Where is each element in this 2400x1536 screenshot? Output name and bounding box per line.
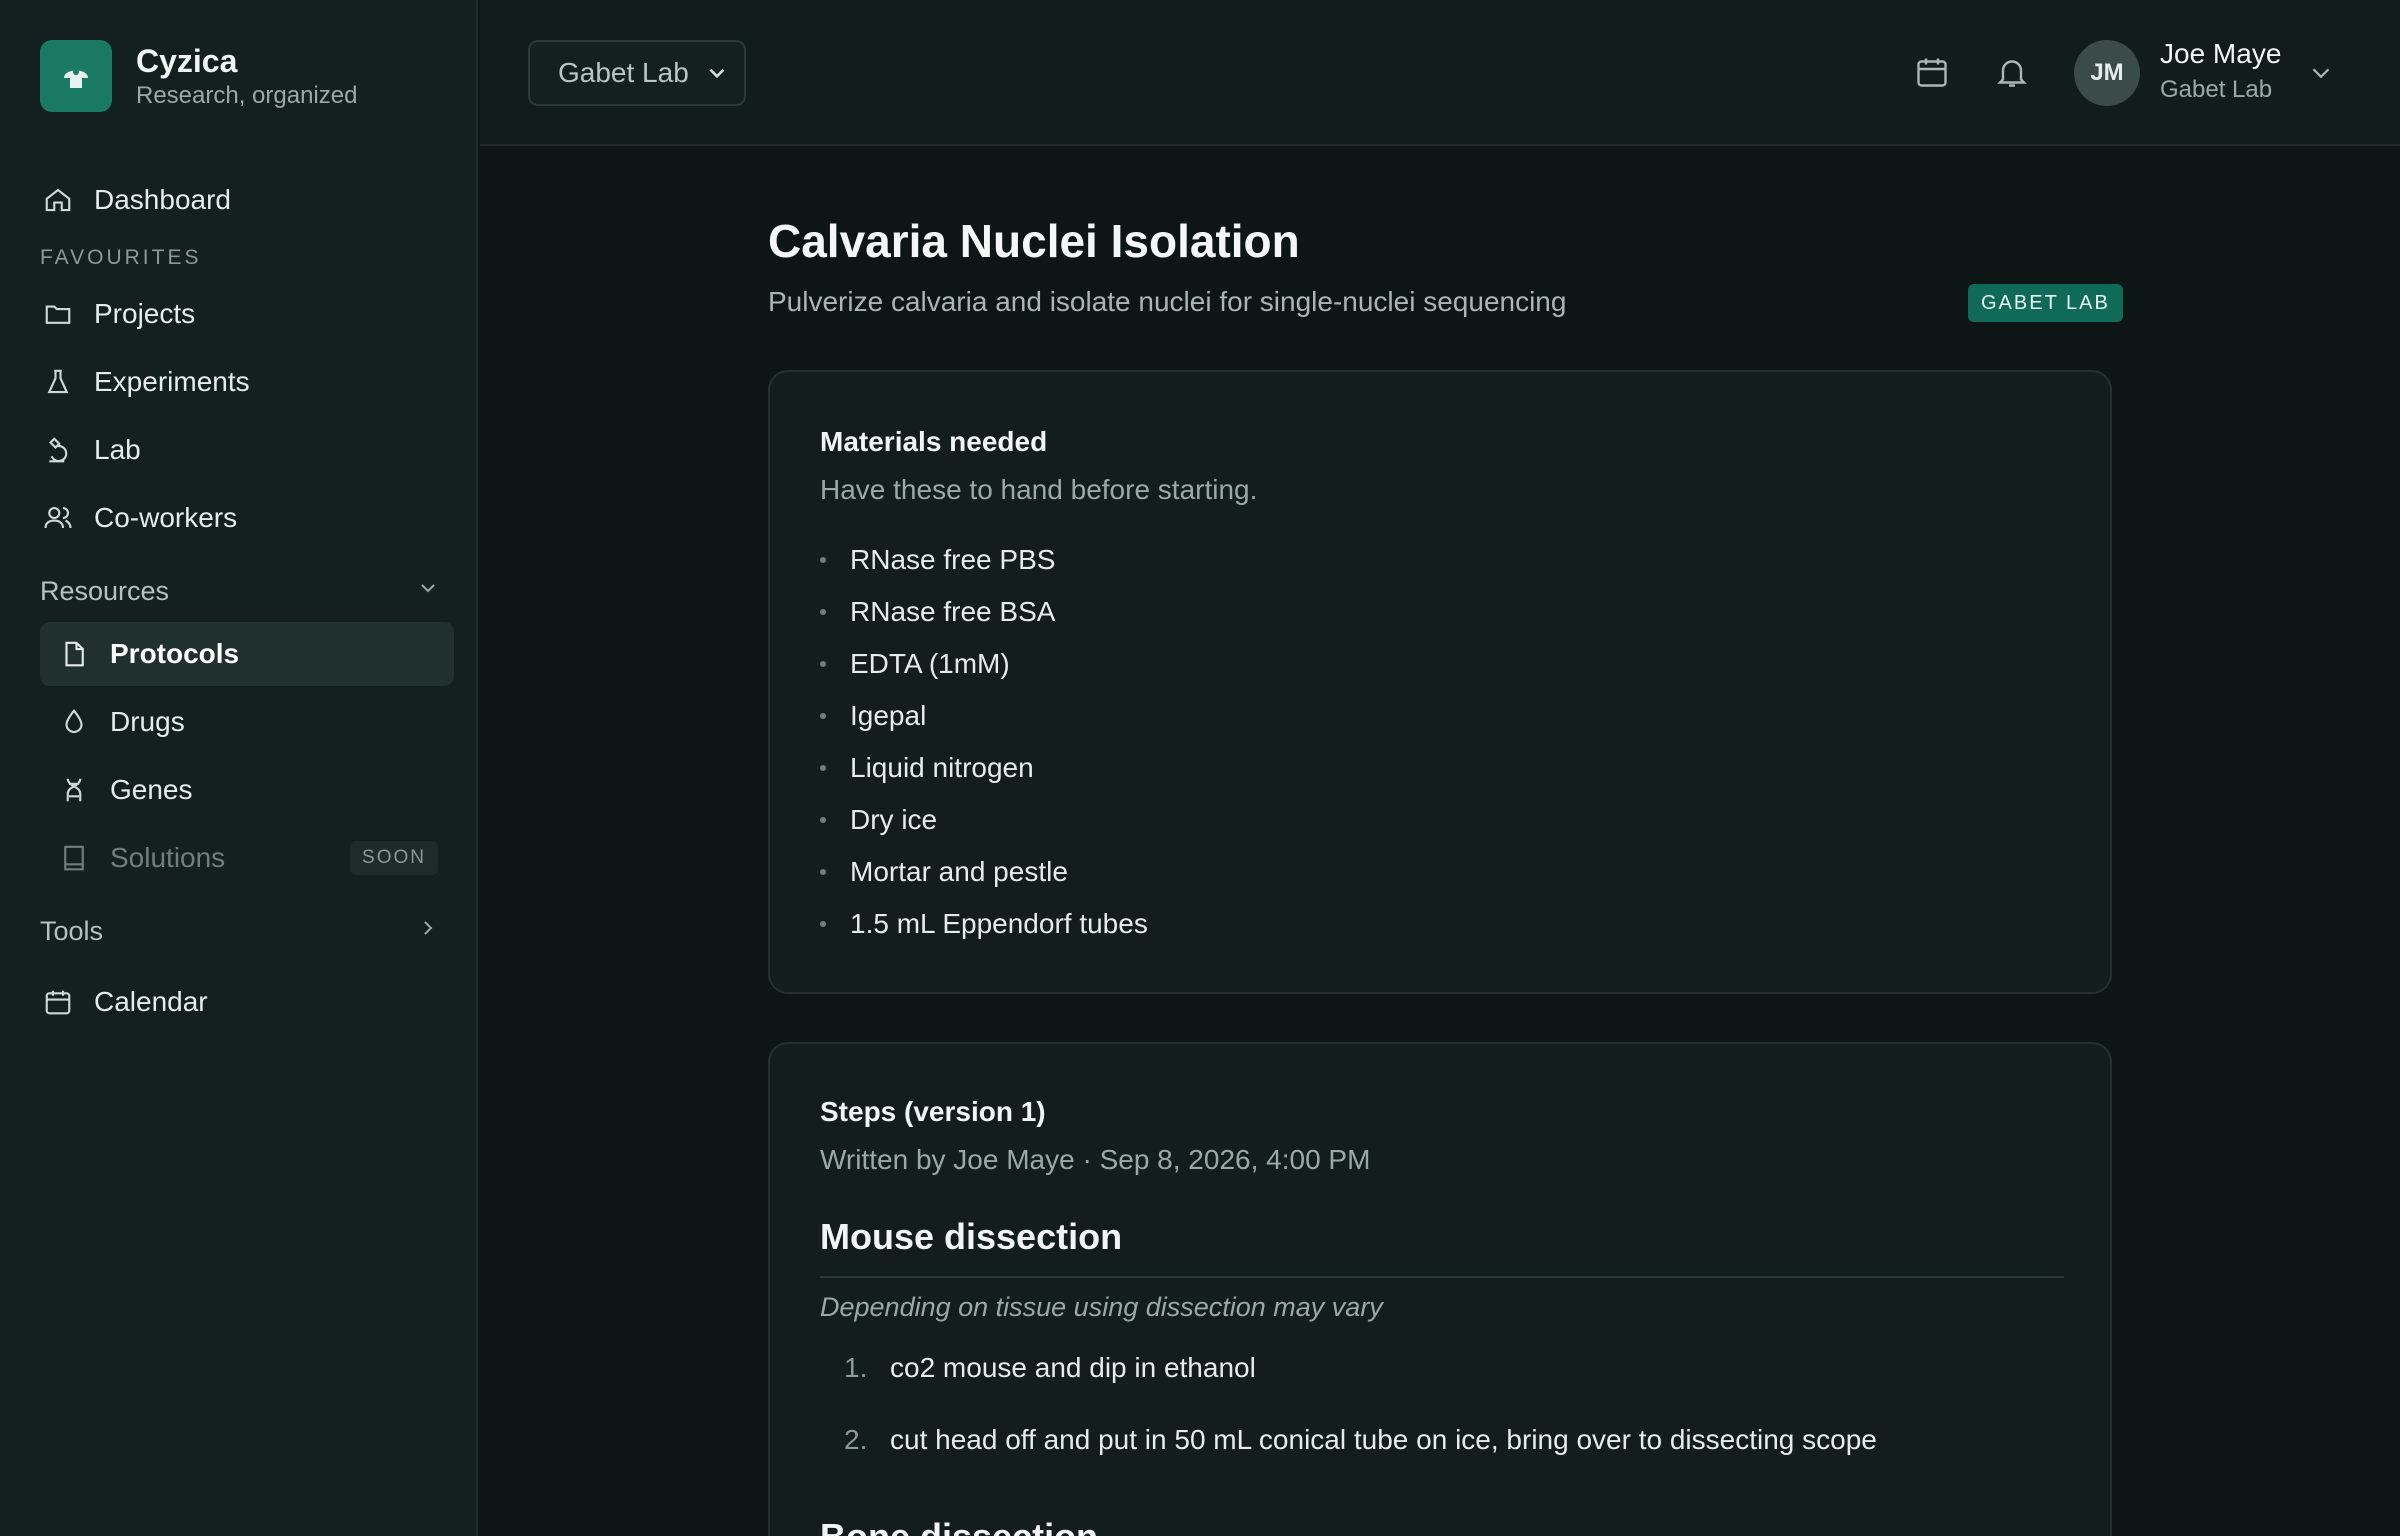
chevron-down-icon <box>704 60 730 93</box>
sidebar-item-label: Solutions <box>110 842 226 873</box>
sidebar-item-dashboard[interactable]: Dashboard <box>40 168 454 232</box>
chevron-down-icon[interactable] <box>2306 58 2336 93</box>
sidebar-item-solutions: Solutions SOON <box>40 826 454 890</box>
sidebar-item-lab[interactable]: Lab <box>40 418 454 482</box>
sidebar-item-label: Dashboard <box>94 184 231 215</box>
materials-card: Materials needed Have these to hand befo… <box>768 370 2112 994</box>
section-heading: Bone dissection <box>820 1516 1098 1536</box>
sidebar-item-label: Projects <box>94 298 196 329</box>
avatar[interactable]: JM <box>2074 40 2140 106</box>
chevron-right-icon <box>416 916 440 947</box>
sidebar-item-experiments[interactable]: Experiments <box>40 350 454 414</box>
chevron-down-icon <box>416 576 440 607</box>
sidebar-item-drugs[interactable]: Drugs <box>40 690 454 754</box>
sidebar-item-protocols[interactable]: Protocols <box>40 622 454 686</box>
sidebar-item-label: Experiments <box>94 366 250 397</box>
section-heading: Mouse dissection <box>820 1216 1123 1257</box>
step-item: 1. co2 mouse and dip in ethanol <box>844 1352 1256 1383</box>
sidebar: Cyzica Research, organized Dashboard FAV… <box>0 0 478 1536</box>
sidebar-item-label: Lab <box>94 434 141 465</box>
steps-meta: Written by Joe Maye · Sep 8, 2026, 4:00 … <box>820 1144 1371 1175</box>
materials-subtitle: Have these to hand before starting. <box>820 474 1258 505</box>
brand[interactable]: Cyzica Research, organized <box>40 40 357 112</box>
lab-select-value: Gabet Lab <box>558 57 689 88</box>
sidebar-item-label: Co-workers <box>94 502 238 533</box>
user-name[interactable]: Joe Maye <box>2160 38 2281 70</box>
page-title: Calvaria Nuclei Isolation <box>768 215 1300 267</box>
sidebar-item-label: Protocols <box>110 638 240 669</box>
flask-icon <box>40 364 76 400</box>
steps-card: Steps (version 1) Written by Joe Maye · … <box>768 1042 2112 1536</box>
topbar: Gabet Lab JM Joe Maye Gabet Lab <box>480 0 2400 146</box>
brand-tagline: Research, organized <box>136 82 358 109</box>
folder-icon <box>40 296 76 332</box>
list-item: Dry ice <box>820 804 937 836</box>
droplet-icon <box>56 704 92 740</box>
resources-label: Resources <box>40 575 170 606</box>
page-subtitle: Pulverize calvaria and isolate nuclei fo… <box>768 286 1567 317</box>
sidebar-item-label: Calendar <box>94 986 208 1017</box>
microscope-icon <box>40 432 76 468</box>
section-divider <box>820 1276 2064 1278</box>
users-icon <box>40 500 76 536</box>
book-icon <box>56 840 92 876</box>
steps-title: Steps (version 1) <box>820 1096 1046 1127</box>
calendar-icon <box>40 984 76 1020</box>
tools-label: Tools <box>40 915 104 946</box>
dna-icon <box>56 772 92 808</box>
bell-icon[interactable] <box>1992 52 2032 92</box>
list-item: EDTA (1mM) <box>820 648 1010 680</box>
home-icon <box>40 182 76 218</box>
soon-badge: SOON <box>350 841 438 875</box>
materials-title: Materials needed <box>820 426 1048 457</box>
sidebar-item-co-workers[interactable]: Co-workers <box>40 486 454 550</box>
list-item: RNase free BSA <box>820 596 1055 628</box>
favourites-label: FAVOURITES <box>40 246 202 269</box>
user-lab: Gabet Lab <box>2160 76 2273 103</box>
sidebar-item-projects[interactable]: Projects <box>40 282 454 346</box>
brand-logo-icon <box>40 40 112 112</box>
resources-group-toggle[interactable]: Resources <box>40 566 440 616</box>
list-item: Igepal <box>820 700 926 732</box>
list-item: 1.5 mL Eppendorf tubes <box>820 908 1148 940</box>
list-item: Liquid nitrogen <box>820 752 1034 784</box>
sidebar-item-label: Genes <box>110 774 193 805</box>
lab-badge: GABET LAB <box>1968 284 2123 322</box>
brand-name: Cyzica <box>136 43 238 79</box>
section-note: Depending on tissue using dissection may… <box>820 1292 1383 1322</box>
step-item: 2. cut head off and put in 50 mL conical… <box>844 1424 1877 1455</box>
sidebar-item-label: Drugs <box>110 706 185 737</box>
sidebar-item-calendar[interactable]: Calendar <box>40 970 454 1034</box>
sidebar-item-genes[interactable]: Genes <box>40 758 454 822</box>
list-item: RNase free PBS <box>820 544 1055 576</box>
document-icon <box>56 636 92 672</box>
tools-group-toggle[interactable]: Tools <box>40 906 440 956</box>
list-item: Mortar and pestle <box>820 856 1068 888</box>
lab-select[interactable]: Gabet Lab <box>528 40 746 106</box>
calendar-icon[interactable] <box>1912 52 1952 92</box>
